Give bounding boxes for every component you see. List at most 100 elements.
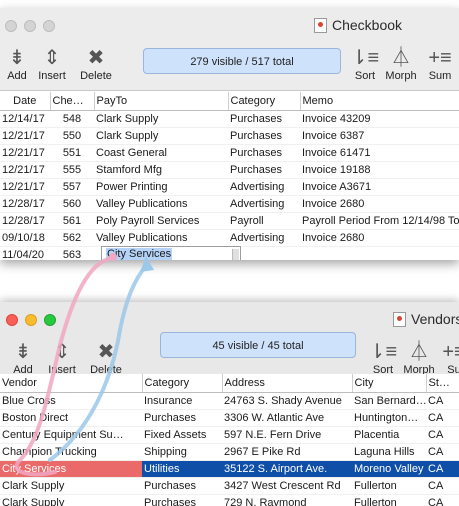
cell-memo[interactable]: Invoice 6387 bbox=[300, 127, 459, 145]
cell-payto[interactable]: Clark Supply bbox=[94, 110, 228, 128]
column-header-state[interactable]: St… bbox=[426, 374, 459, 393]
cell-date[interactable]: 12/21/17 bbox=[0, 161, 50, 179]
cell-memo[interactable]: Invoice 61471 bbox=[300, 144, 459, 162]
cell-category[interactable]: Purchases bbox=[228, 110, 300, 128]
cell-check[interactable]: 555 bbox=[50, 161, 94, 179]
cell-city[interactable]: San Bernard… bbox=[352, 392, 426, 410]
table-row[interactable]: Clark Supply Purchases 729 N. Raymond Fulle… bbox=[0, 494, 459, 506]
cell-address[interactable]: 729 N. Raymond bbox=[222, 494, 352, 506]
cell-payto[interactable]: Clark Supply bbox=[94, 127, 228, 145]
cell-vendor[interactable]: Clark Supply bbox=[0, 477, 142, 495]
cell-date[interactable]: 12/28/17 bbox=[0, 195, 50, 213]
table-row[interactable]: 12/28/17 560 Valley Publications Advertisin… bbox=[0, 195, 459, 213]
cell-category[interactable]: Purchases bbox=[142, 477, 222, 495]
close-button[interactable] bbox=[6, 314, 18, 326]
cell-payto[interactable]: Valley Publications bbox=[94, 229, 228, 247]
cell-state[interactable]: CA bbox=[426, 494, 459, 506]
cell-city[interactable]: Laguna Hills bbox=[352, 443, 426, 461]
cell-memo[interactable]: Payroll Period From 12/14/98 To 12/27/98 bbox=[300, 212, 459, 230]
cell-vendor[interactable]: Champion Trucking bbox=[0, 443, 142, 461]
table-row[interactable]: 12/21/17 551 Coast General Purchases Invoice… bbox=[0, 144, 459, 162]
table-row[interactable]: Champion Trucking Shipping 2967 E Pike Rd L… bbox=[0, 443, 459, 461]
cell-date[interactable]: 12/21/17 bbox=[0, 127, 50, 145]
cell-vendor[interactable]: Century Equipment Su… bbox=[0, 426, 142, 444]
cell-date[interactable]: 12/21/17 bbox=[0, 144, 50, 162]
cell-category[interactable]: Advertising bbox=[228, 229, 300, 247]
cell-check[interactable]: 560 bbox=[50, 195, 94, 213]
cell-vendor[interactable]: Blue Cross bbox=[0, 392, 142, 410]
table-row[interactable]: Clark Supply Purchases 3427 West Crescent … bbox=[0, 477, 459, 495]
cell-payto[interactable]: Power Printing bbox=[94, 178, 228, 196]
minimize-button[interactable] bbox=[25, 314, 37, 326]
table-row[interactable]: 12/14/17 548 Clark Supply Purchases Invoice … bbox=[0, 110, 459, 128]
sum-button[interactable]: +≡ Sum bbox=[424, 46, 456, 82]
table-row[interactable]: 12/21/17 557 Power Printing Advertising Invo… bbox=[0, 178, 459, 196]
table-row[interactable]: Century Equipment Su… Fixed Assets 597 N.E… bbox=[0, 426, 459, 444]
cell-state[interactable]: CA bbox=[426, 409, 459, 427]
cell-date[interactable]: 12/14/17 bbox=[0, 110, 50, 128]
table-row[interactable]: 12/21/17 550 Clark Supply Purchases Invoice … bbox=[0, 127, 459, 145]
table-row[interactable]: 12/28/17 561 Poly Payroll Services Payroll P… bbox=[0, 212, 459, 230]
cell-vendor[interactable]: City Services bbox=[0, 460, 142, 478]
table-row[interactable]: Blue Cross Insurance 24763 S. Shady Avenue… bbox=[0, 392, 459, 410]
close-button[interactable] bbox=[5, 20, 17, 32]
resize-grip-icon[interactable] bbox=[232, 249, 239, 260]
cell-check[interactable]: 551 bbox=[50, 144, 94, 162]
cell-memo[interactable]: Invoice 2680 bbox=[300, 229, 459, 247]
cell-city[interactable]: Placentia bbox=[352, 426, 426, 444]
table-row[interactable]: 12/21/17 555 Stamford Mfg Purchases Invoice … bbox=[0, 161, 459, 179]
cell-memo[interactable]: Invoice 43209 bbox=[300, 110, 459, 128]
cell-category[interactable]: Shipping bbox=[142, 443, 222, 461]
column-header-vendor[interactable]: Vendor bbox=[0, 374, 143, 393]
cell-vendor[interactable]: Clark Supply bbox=[0, 494, 142, 506]
table-row[interactable]: 09/10/18 562 Valley Publications Advertisin… bbox=[0, 229, 459, 247]
morph-button[interactable]: ⏃ Morph bbox=[382, 46, 420, 82]
table-row[interactable]: Boston Direct Purchases 3306 W. Atlantic A… bbox=[0, 409, 459, 427]
cell-city[interactable]: Huntington… bbox=[352, 409, 426, 427]
column-header-city[interactable]: City bbox=[352, 374, 427, 393]
table-row-selected[interactable]: City Services Utilities 35122 S. Airport A… bbox=[0, 460, 459, 478]
cell-memo[interactable]: Invoice A3671 bbox=[300, 178, 459, 196]
column-header-category[interactable]: Category bbox=[142, 374, 223, 393]
cell-check[interactable]: 563 bbox=[50, 246, 94, 260]
cell-category[interactable]: Purchases bbox=[228, 127, 300, 145]
delete-button[interactable]: ✖ Delete bbox=[74, 46, 118, 82]
cell-payto[interactable]: Stamford Mfg bbox=[94, 161, 228, 179]
cell-memo[interactable]: Invoice 19188 bbox=[300, 161, 459, 179]
cell-check[interactable]: 561 bbox=[50, 212, 94, 230]
payto-edit-field[interactable]: City Services bbox=[101, 246, 241, 260]
cell-category[interactable]: Utilities bbox=[142, 460, 222, 478]
column-header-check[interactable]: Che… bbox=[50, 92, 95, 111]
sum-button[interactable]: +≡ Su bbox=[440, 340, 459, 376]
cell-check[interactable]: 557 bbox=[50, 178, 94, 196]
add-button[interactable]: ⇟ Add bbox=[8, 340, 38, 376]
minimize-button[interactable] bbox=[24, 20, 36, 32]
zoom-button[interactable] bbox=[44, 314, 56, 326]
cell-date[interactable]: 12/28/17 bbox=[0, 212, 50, 230]
cell-address[interactable]: 24763 S. Shady Avenue bbox=[222, 392, 352, 410]
insert-button[interactable]: ⇕ Insert bbox=[42, 340, 82, 376]
cell-category[interactable]: Advertising bbox=[228, 178, 300, 196]
cell-check[interactable]: 548 bbox=[50, 110, 94, 128]
cell-memo[interactable]: Invoice 2680 bbox=[300, 195, 459, 213]
sort-button[interactable]: ⇂≡ Sort bbox=[368, 340, 398, 376]
cell-state[interactable]: CA bbox=[426, 477, 459, 495]
cell-check[interactable]: 562 bbox=[50, 229, 94, 247]
cell-payto[interactable]: Coast General bbox=[94, 144, 228, 162]
cell-state[interactable]: CA bbox=[426, 392, 459, 410]
cell-payto[interactable]: Valley Publications bbox=[94, 195, 228, 213]
cell-state[interactable]: CA bbox=[426, 460, 459, 478]
zoom-button[interactable] bbox=[43, 20, 55, 32]
cell-date[interactable]: 11/04/20 bbox=[0, 246, 50, 260]
cell-address[interactable]: 2967 E Pike Rd bbox=[222, 443, 352, 461]
insert-button[interactable]: ⇕ Insert bbox=[32, 46, 72, 82]
column-header-payto[interactable]: PayTo bbox=[94, 92, 229, 111]
cell-address[interactable]: 597 N.E. Fern Drive bbox=[222, 426, 352, 444]
cell-address[interactable]: 35122 S. Airport Ave. bbox=[222, 460, 352, 478]
column-header-address[interactable]: Address bbox=[222, 374, 353, 393]
delete-button[interactable]: ✖ Delete bbox=[84, 340, 128, 376]
cell-vendor[interactable]: Boston Direct bbox=[0, 409, 142, 427]
cell-category[interactable]: Payroll bbox=[228, 212, 300, 230]
cell-check[interactable]: 550 bbox=[50, 127, 94, 145]
cell-city[interactable]: Moreno Valley bbox=[352, 460, 426, 478]
